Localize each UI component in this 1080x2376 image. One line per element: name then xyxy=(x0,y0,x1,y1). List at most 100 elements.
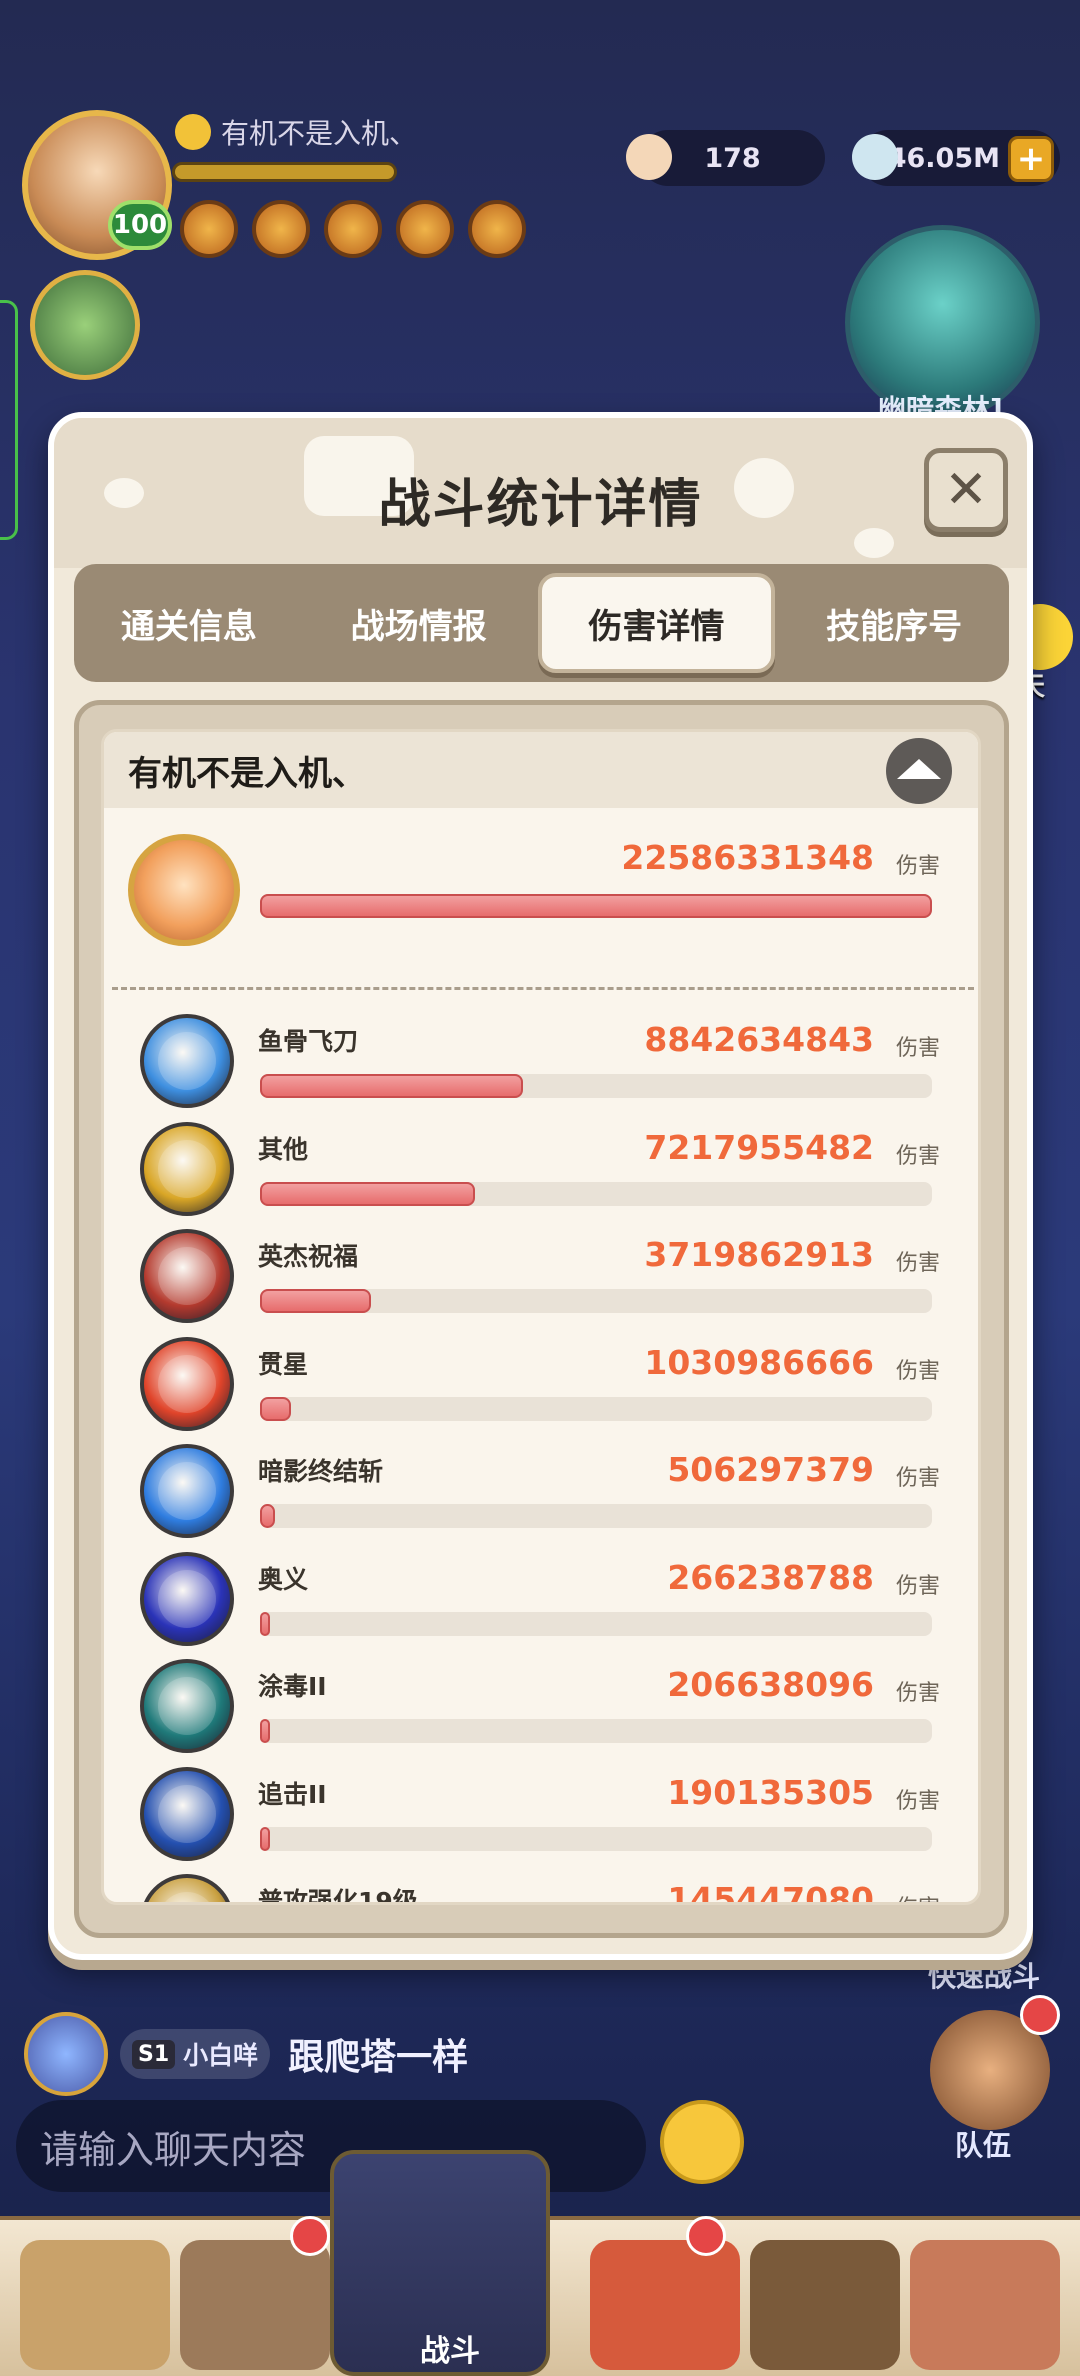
resource1-value: 178 xyxy=(704,142,761,174)
skill-name: 涂毒II xyxy=(258,1672,327,1701)
damage-unit: 伤害 xyxy=(895,1681,940,1706)
damage-unit: 伤害 xyxy=(895,1036,940,1061)
pursuit-icon xyxy=(140,1767,234,1861)
tab-skill-order[interactable]: 技能序号 xyxy=(779,573,1009,673)
skill-damage-row: 普攻强化19级 145447080 伤害 xyxy=(104,1872,978,1905)
skill-damage-bar xyxy=(260,1719,932,1743)
buff-icon[interactable] xyxy=(468,200,526,258)
total-damage-row: 22586331348 伤害 xyxy=(104,824,978,954)
skill-damage-value: 1030986666 xyxy=(644,1343,874,1382)
skill-name: 其他 xyxy=(258,1135,309,1164)
battle-stats-dialog: 战斗统计详情 ✕ 通关信息 战场情报 伤害详情 技能序号 有机不是入机、 225… xyxy=(48,412,1033,1960)
skill-damage-row: 英杰祝福 3719862913 伤害 xyxy=(104,1227,978,1335)
poison-drop-icon xyxy=(140,1659,234,1753)
skill-damage-bar xyxy=(260,1074,932,1098)
shell-icon xyxy=(626,134,672,180)
arcane-orb-icon xyxy=(140,1552,234,1646)
skill-damage-bar xyxy=(260,1504,932,1528)
tab-damage-details[interactable]: 伤害详情 xyxy=(537,573,776,673)
total-damage-value: 22586331348 xyxy=(621,838,874,877)
damage-list-container[interactable]: 有机不是入机、 22586331348 伤害 鱼骨飞刀 8842634843 伤害其… xyxy=(101,729,981,1905)
buff-icon[interactable] xyxy=(396,200,454,258)
player-header: 有机不是入机、 xyxy=(104,732,978,808)
gold-cube-icon xyxy=(140,1122,234,1216)
add-resource-button[interactable]: + xyxy=(1008,136,1054,182)
tab-clear-info[interactable]: 通关信息 xyxy=(74,573,304,673)
close-button[interactable]: ✕ xyxy=(924,448,1008,532)
skill-damage-row: 其他 7217955482 伤害 xyxy=(104,1120,978,1228)
nav-item-pet[interactable] xyxy=(590,2240,740,2370)
resource2-value: 46.05M xyxy=(887,142,1000,174)
hud-player-name: 有机不是入机、 xyxy=(221,117,418,150)
damage-unit: 伤害 xyxy=(895,1359,940,1384)
chat-message-line: S1 小白咩 跟爬塔一样 xyxy=(24,2012,468,2096)
divider xyxy=(112,987,974,990)
piercing-star-icon xyxy=(140,1337,234,1431)
skill-name: 追击II xyxy=(258,1780,327,1809)
skill-damage-bar xyxy=(260,1827,932,1851)
player-name-bar: 有机不是入机、 xyxy=(175,112,417,152)
skill-damage-value: 145447080 xyxy=(667,1880,874,1905)
shadow-slash-icon xyxy=(140,1444,234,1538)
skill-damage-bar-fill xyxy=(260,1827,270,1851)
skill-damage-bar xyxy=(260,1182,932,1206)
nav-battle-label: 战斗 xyxy=(420,2334,480,2369)
skill-name: 暗影终结斩 xyxy=(258,1457,384,1486)
skill-damage-value: 8842634843 xyxy=(644,1020,874,1059)
collapse-button[interactable] xyxy=(886,738,952,804)
resource-counter-1: 178 xyxy=(626,130,825,186)
fishbone-knife-icon xyxy=(140,1014,234,1108)
skill-damage-row: 贯星 1030986666 伤害 xyxy=(104,1335,978,1443)
nav-item-shop[interactable] xyxy=(750,2240,900,2370)
season-badge: S1 xyxy=(132,2039,176,2069)
triangle-up-icon xyxy=(897,759,941,779)
skill-damage-bar-fill xyxy=(260,1397,291,1421)
skill-name: 英杰祝福 xyxy=(258,1242,359,1271)
buff-badges xyxy=(180,200,526,258)
event-button[interactable] xyxy=(30,270,140,380)
nav-item-hero[interactable] xyxy=(180,2240,330,2370)
nav-item-beast[interactable] xyxy=(20,2240,170,2370)
skill-damage-row: 鱼骨飞刀 8842634843 伤害 xyxy=(104,1012,978,1120)
team-label: 队伍 xyxy=(955,2129,1012,2162)
buff-icon[interactable] xyxy=(252,200,310,258)
notification-dot-icon xyxy=(1020,1995,1060,2035)
skill-damage-row: 奥义 266238788 伤害 xyxy=(104,1550,978,1658)
skill-name: 鱼骨飞刀 xyxy=(258,1027,359,1056)
close-icon: ✕ xyxy=(944,460,988,520)
buff-icon[interactable] xyxy=(324,200,382,258)
damage-unit: 伤害 xyxy=(896,1890,940,1902)
chat-username: 小白咩 xyxy=(183,2041,259,2070)
skill-name: 奥义 xyxy=(258,1565,309,1594)
hero-blessing-icon xyxy=(140,1229,234,1323)
xp-bar xyxy=(172,162,397,182)
skill-name: 贯星 xyxy=(258,1350,309,1379)
total-damage-bar-fill xyxy=(260,894,932,918)
skill-damage-value: 266238788 xyxy=(667,1558,874,1597)
skill-damage-bar xyxy=(260,1289,932,1313)
player-level-badge: 100 xyxy=(108,200,172,250)
smile-icon xyxy=(175,114,211,150)
skill-damage-value: 3719862913 xyxy=(644,1235,874,1274)
nav-item-guild[interactable] xyxy=(910,2240,1060,2370)
damage-unit: 伤害 xyxy=(895,1144,940,1169)
skill-damage-value: 506297379 xyxy=(667,1450,874,1489)
chat-avatar[interactable] xyxy=(24,2012,108,2096)
skill-damage-value: 206638096 xyxy=(667,1665,874,1704)
skill-damage-bar-fill xyxy=(260,1719,270,1743)
side-panel-edge xyxy=(0,300,18,540)
skill-damage-bar xyxy=(260,1397,932,1421)
chat-user-tag: S1 小白咩 xyxy=(120,2029,271,2079)
damage-panel: 有机不是入机、 22586331348 伤害 鱼骨飞刀 8842634843 伤害其… xyxy=(74,700,1009,1938)
tab-battlefield-intel[interactable]: 战场情报 xyxy=(304,573,534,673)
skill-damage-bar-fill xyxy=(260,1504,275,1528)
damage-unit: 伤害 xyxy=(895,1574,940,1599)
skill-name: 普攻强化19级 xyxy=(258,1887,418,1905)
stone-icon xyxy=(852,134,898,180)
quick-battle-label[interactable]: 快速战斗 xyxy=(928,1955,1040,1995)
notification-dot-icon xyxy=(686,2216,726,2256)
emoji-button[interactable] xyxy=(660,2100,744,2184)
buff-icon[interactable] xyxy=(180,200,238,258)
skill-damage-bar xyxy=(260,1612,932,1636)
skill-damage-row: 追击II 190135305 伤害 xyxy=(104,1765,978,1873)
